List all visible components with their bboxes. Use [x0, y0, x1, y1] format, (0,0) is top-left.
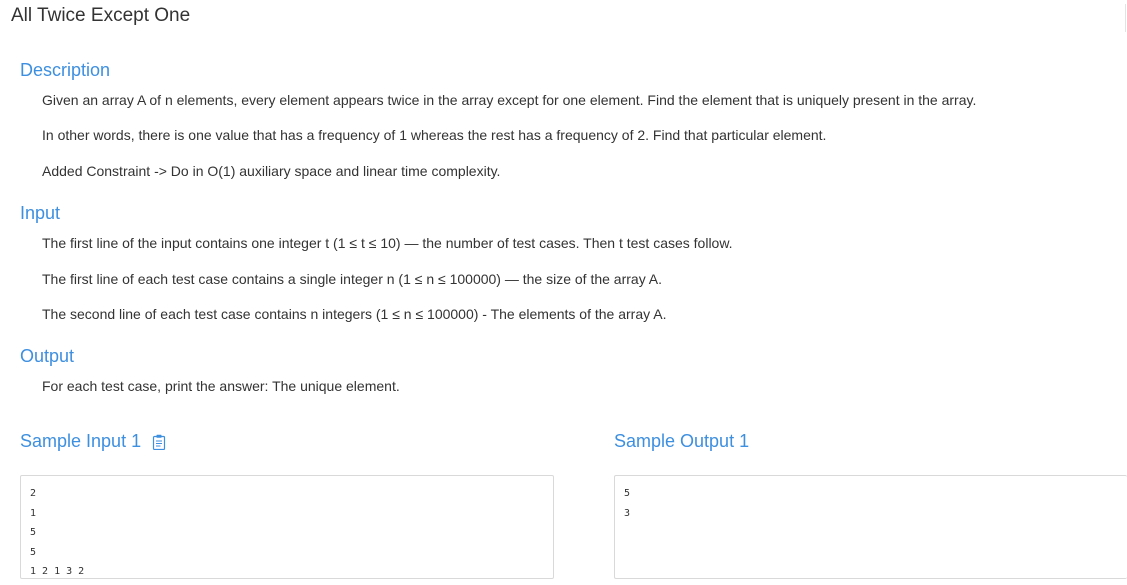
- input-paragraph-1: The first line of the input contains one…: [42, 235, 733, 251]
- sample-output-heading: Sample Output 1: [614, 431, 750, 451]
- input-paragraph-2: The first line of each test case contain…: [42, 271, 663, 287]
- input-paragraph-3: The second line of each test case contai…: [42, 306, 667, 322]
- problem-page: All Twice Except One Description Given a…: [0, 0, 1127, 585]
- sample-input-content: 2 1 5 5 1 2 1 3 2: [30, 488, 85, 577]
- sample-output-content: 5 3: [624, 488, 631, 519]
- output-heading: Output: [20, 346, 75, 366]
- panel-edge-divider: [1125, 4, 1126, 32]
- problem-title: All Twice Except One: [11, 5, 191, 26]
- description-heading: Description: [20, 60, 111, 80]
- sample-input-heading: Sample Input 1: [20, 431, 142, 451]
- output-paragraph-1: For each test case, print the answer: Th…: [42, 378, 400, 394]
- clipboard-icon[interactable]: [152, 434, 166, 451]
- sample-input-box[interactable]: 2 1 5 5 1 2 1 3 2: [20, 475, 554, 579]
- input-heading: Input: [20, 203, 61, 223]
- sample-output-box[interactable]: 5 3: [614, 475, 1127, 579]
- description-paragraph-1: Given an array A of n elements, every el…: [42, 92, 977, 108]
- description-paragraph-2: In other words, there is one value that …: [42, 127, 827, 143]
- description-paragraph-3: Added Constraint -> Do in O(1) auxiliary…: [42, 163, 501, 179]
